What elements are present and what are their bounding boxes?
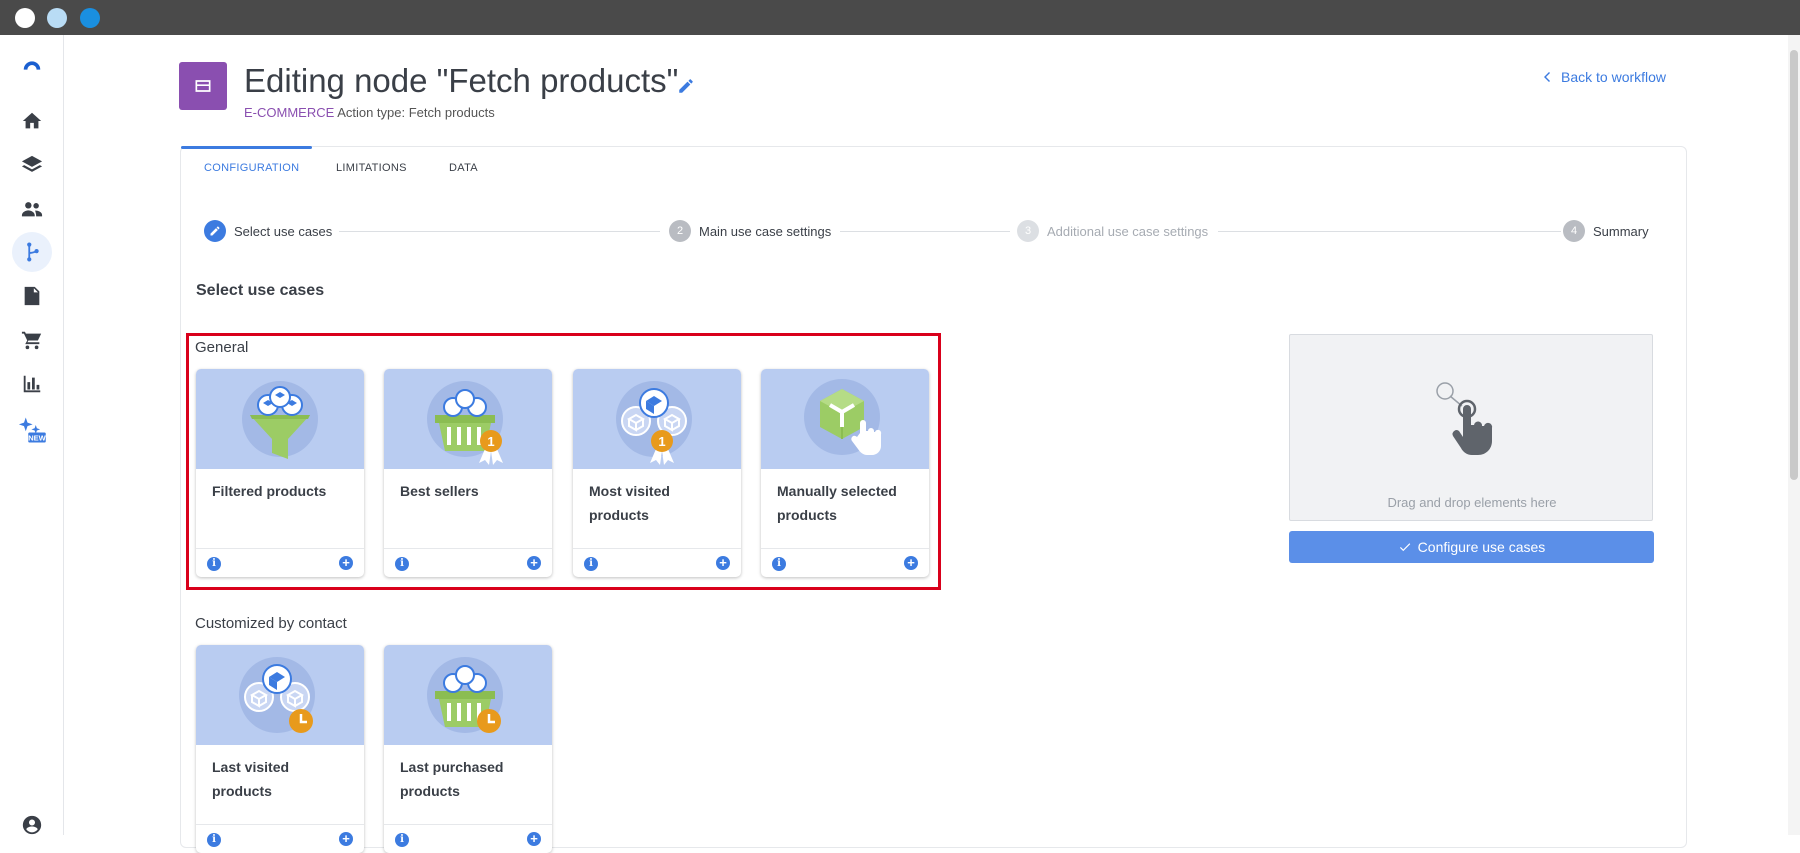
home-icon[interactable] bbox=[12, 101, 52, 141]
step-main-use-case-settings[interactable]: 2 Main use case settings bbox=[669, 220, 831, 242]
use-case-card-most-visited-products[interactable]: 1 Most visited products i + bbox=[573, 369, 741, 577]
edit-title-icon[interactable] bbox=[677, 77, 695, 95]
back-link-label: Back to workflow bbox=[1561, 69, 1667, 85]
action-type-text: Action type: Fetch products bbox=[337, 105, 495, 120]
people-icon[interactable] bbox=[12, 189, 52, 229]
bar-chart-icon[interactable] bbox=[12, 364, 52, 404]
step-label: Summary bbox=[1593, 223, 1649, 239]
node-category: E-COMMERCE bbox=[244, 105, 335, 120]
card-footer: i + bbox=[384, 824, 552, 853]
workflow-icon[interactable] bbox=[12, 232, 52, 272]
node-type-icon bbox=[179, 62, 227, 110]
boxes-medal-icon: 1 bbox=[573, 369, 741, 469]
step-connector bbox=[1218, 231, 1561, 232]
group-label-customized-by-contact: Customized by contact bbox=[195, 615, 347, 632]
add-icon[interactable]: + bbox=[716, 556, 730, 570]
new-badge: NEW bbox=[28, 434, 46, 443]
use-case-card-filtered-products[interactable]: Filtered products i + bbox=[196, 369, 364, 577]
active-tab-indicator bbox=[181, 146, 312, 149]
window-maximize-button[interactable] bbox=[80, 8, 100, 28]
step-label: Select use cases bbox=[234, 223, 333, 239]
drop-zone-text: Drag and drop elements here bbox=[1387, 495, 1557, 510]
use-case-card-manually-selected-products[interactable]: Manually selected products i + bbox=[761, 369, 929, 577]
step-number: 2 bbox=[669, 220, 691, 242]
add-icon[interactable]: + bbox=[527, 556, 541, 570]
page-scrollbar-thumb[interactable] bbox=[1790, 50, 1798, 480]
info-icon[interactable]: i bbox=[207, 557, 221, 571]
cart-icon[interactable] bbox=[12, 320, 52, 360]
card-footer: i + bbox=[196, 548, 364, 577]
step-connector bbox=[840, 231, 1010, 232]
step-connector bbox=[339, 231, 660, 232]
info-icon[interactable]: i bbox=[584, 557, 598, 571]
use-case-card-best-sellers[interactable]: 1 Best sellers i + bbox=[384, 369, 552, 577]
tab-configuration[interactable]: CONFIGURATION bbox=[204, 162, 299, 174]
step-label: Main use case settings bbox=[699, 223, 832, 239]
step-label: Additional use case settings bbox=[1047, 223, 1209, 239]
info-icon[interactable]: i bbox=[207, 833, 221, 847]
node-subtitle: E-COMMERCE Action type: Fetch products bbox=[244, 105, 495, 120]
tab-limitations[interactable]: LIMITATIONS bbox=[336, 162, 407, 174]
card-footer: i + bbox=[196, 824, 364, 853]
svg-text:1: 1 bbox=[658, 434, 665, 449]
step-additional-use-case-settings: 3 Additional use case settings bbox=[1017, 220, 1208, 242]
check-icon bbox=[1399, 543, 1410, 552]
step-number: 3 bbox=[1017, 220, 1039, 242]
card-label: Most visited products bbox=[589, 483, 670, 523]
add-icon[interactable]: + bbox=[527, 832, 541, 846]
basket-clock-icon bbox=[384, 645, 552, 745]
window-close-button[interactable] bbox=[15, 8, 35, 28]
card-footer: i + bbox=[384, 548, 552, 577]
card-label: Filtered products bbox=[212, 483, 327, 499]
box-hand-icon bbox=[761, 369, 929, 469]
info-icon[interactable]: i bbox=[395, 833, 409, 847]
card-footer: i + bbox=[761, 548, 929, 577]
ai-sparkle-icon[interactable]: NEW bbox=[12, 410, 52, 450]
page-title: Editing node "Fetch products" bbox=[244, 62, 679, 99]
document-icon[interactable] bbox=[12, 276, 52, 316]
chevron-left-icon bbox=[1544, 72, 1550, 82]
configure-button-label: Configure use cases bbox=[1417, 539, 1546, 555]
layers-icon[interactable] bbox=[12, 145, 52, 185]
tab-data[interactable]: DATA bbox=[449, 162, 478, 174]
account-icon[interactable] bbox=[12, 805, 52, 845]
add-icon[interactable]: + bbox=[339, 832, 353, 846]
use-case-card-last-purchased-products[interactable]: Last purchased products i + bbox=[384, 645, 552, 853]
info-icon[interactable]: i bbox=[772, 557, 786, 571]
svg-text:1: 1 bbox=[487, 434, 494, 449]
card-label: Manually selected products bbox=[777, 483, 897, 523]
funnel-boxes-icon bbox=[196, 369, 364, 469]
pencil-icon bbox=[204, 220, 226, 242]
drop-zone[interactable]: Drag and drop elements here bbox=[1289, 334, 1653, 521]
back-to-workflow-link[interactable]: Back to workflow bbox=[1543, 69, 1666, 85]
info-icon[interactable]: i bbox=[395, 557, 409, 571]
card-footer: i + bbox=[573, 548, 741, 577]
step-number: 4 bbox=[1563, 220, 1585, 242]
boxes-clock-icon bbox=[196, 645, 364, 745]
add-icon[interactable]: + bbox=[904, 556, 918, 570]
drag-hand-icon bbox=[1436, 382, 1493, 455]
sidebar: NEW bbox=[0, 35, 64, 835]
section-title: Select use cases bbox=[196, 282, 325, 299]
logo-icon[interactable] bbox=[12, 45, 52, 85]
window-minimize-button[interactable] bbox=[47, 8, 67, 28]
card-label: Last purchased products bbox=[400, 759, 504, 799]
card-label: Best sellers bbox=[400, 483, 479, 499]
basket-medal-icon: 1 bbox=[384, 369, 552, 469]
card-label: Last visited products bbox=[212, 759, 290, 799]
add-icon[interactable]: + bbox=[339, 556, 353, 570]
step-summary[interactable]: 4 Summary bbox=[1563, 220, 1649, 242]
window-titlebar bbox=[0, 0, 1800, 35]
configure-use-cases-button[interactable]: Configure use cases bbox=[1289, 531, 1654, 563]
step-select-use-cases[interactable]: Select use cases bbox=[204, 220, 332, 242]
use-case-card-last-visited-products[interactable]: Last visited products i + bbox=[196, 645, 364, 853]
